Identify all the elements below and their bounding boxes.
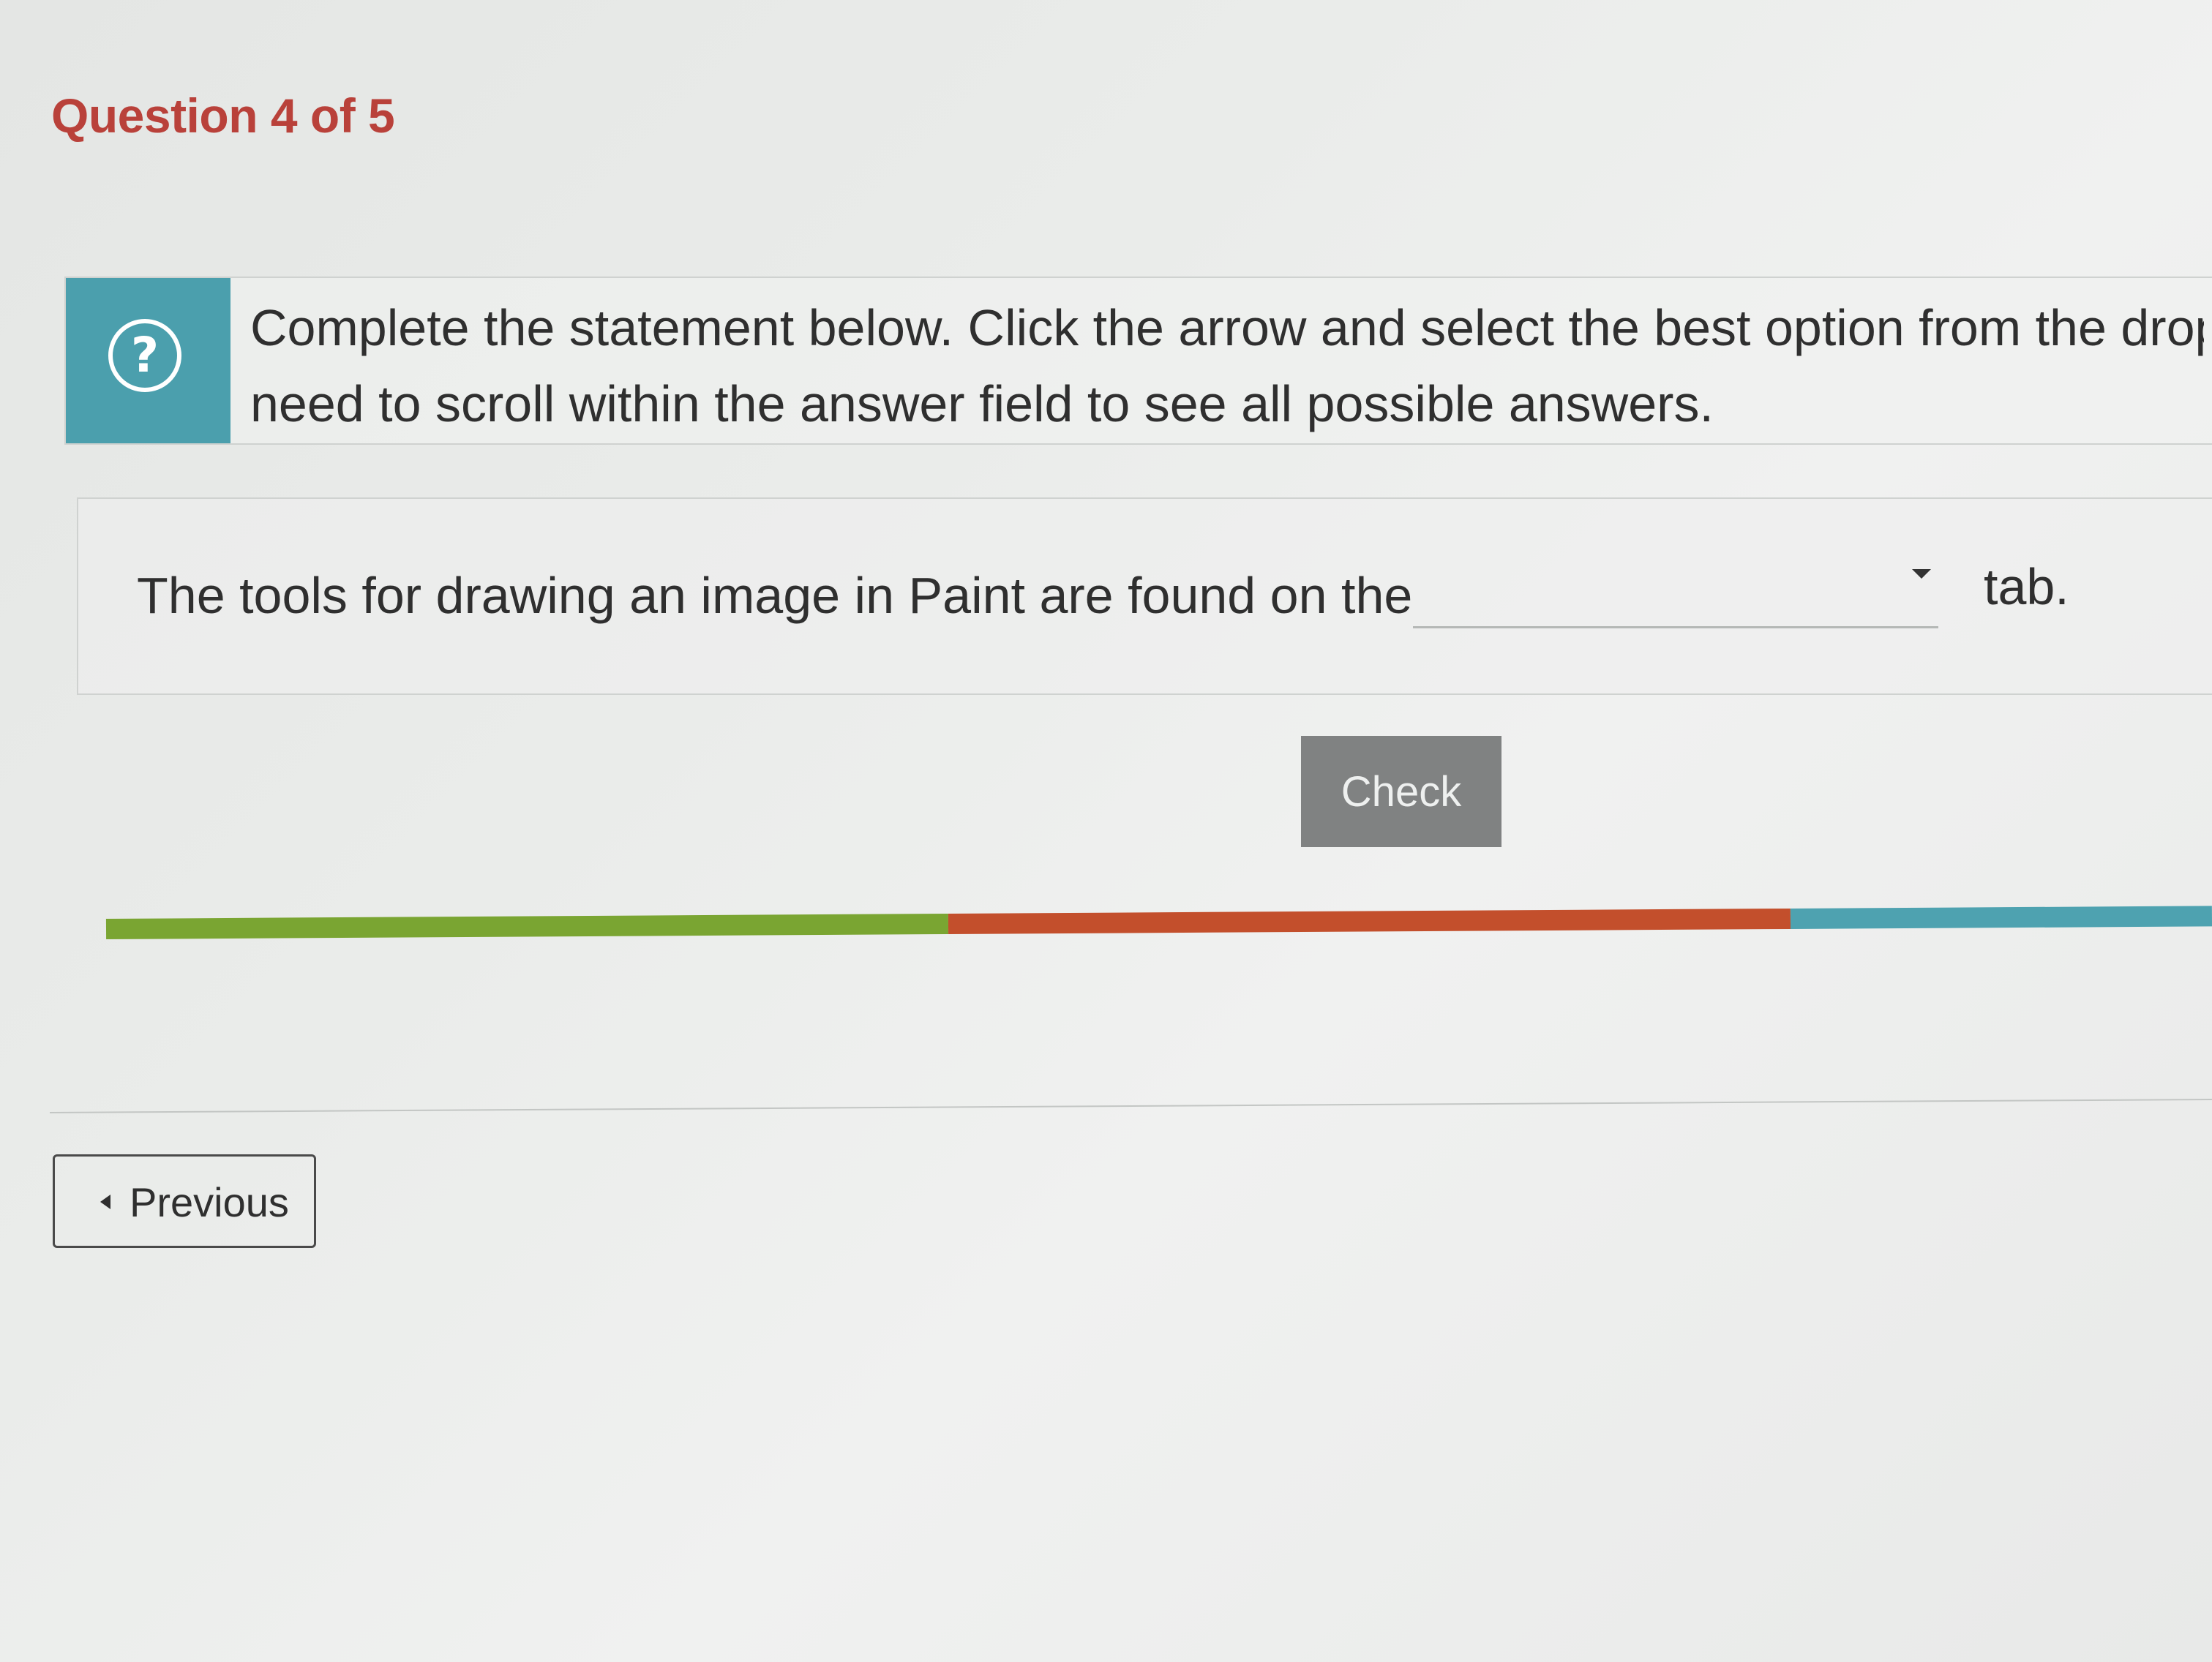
quiz-screen: Question 4 of 5 ? Complete the statement… — [0, 0, 2212, 1662]
instruction-panel: ? Complete the statement below. Click th… — [64, 277, 2212, 445]
help-circle-icon: ? — [108, 319, 181, 392]
section-divider — [49, 1098, 2212, 1113]
check-button[interactable]: Check — [1301, 736, 1501, 847]
progress-segment-correct — [105, 913, 949, 939]
instruction-line-2: need to scroll within the answer field t… — [250, 375, 1714, 432]
statement-prefix: The tools for drawing an image in Paint … — [137, 567, 1413, 624]
statement-suffix: tab. — [1984, 558, 2069, 615]
question-counter: Question 4 of 5 — [51, 89, 395, 143]
caret-left-icon — [100, 1195, 110, 1209]
dropdown-arrow-icon[interactable] — [1912, 569, 1931, 579]
progress-segment-incorrect — [948, 908, 1791, 934]
instruction-text: Complete the statement below. Click the … — [250, 290, 2204, 436]
instruction-line-1: Complete the statement below. Click the … — [250, 299, 2204, 356]
previous-button[interactable]: Previous — [53, 1154, 316, 1248]
answer-dropdown[interactable] — [1413, 560, 1938, 628]
statement-panel: The tools for drawing an image in Paint … — [77, 497, 2212, 695]
previous-label: Previous — [130, 1179, 289, 1225]
progress-bar — [105, 906, 2212, 939]
instruction-icon-cell: ? — [66, 278, 230, 443]
progress-segment-remaining — [1791, 906, 2212, 929]
